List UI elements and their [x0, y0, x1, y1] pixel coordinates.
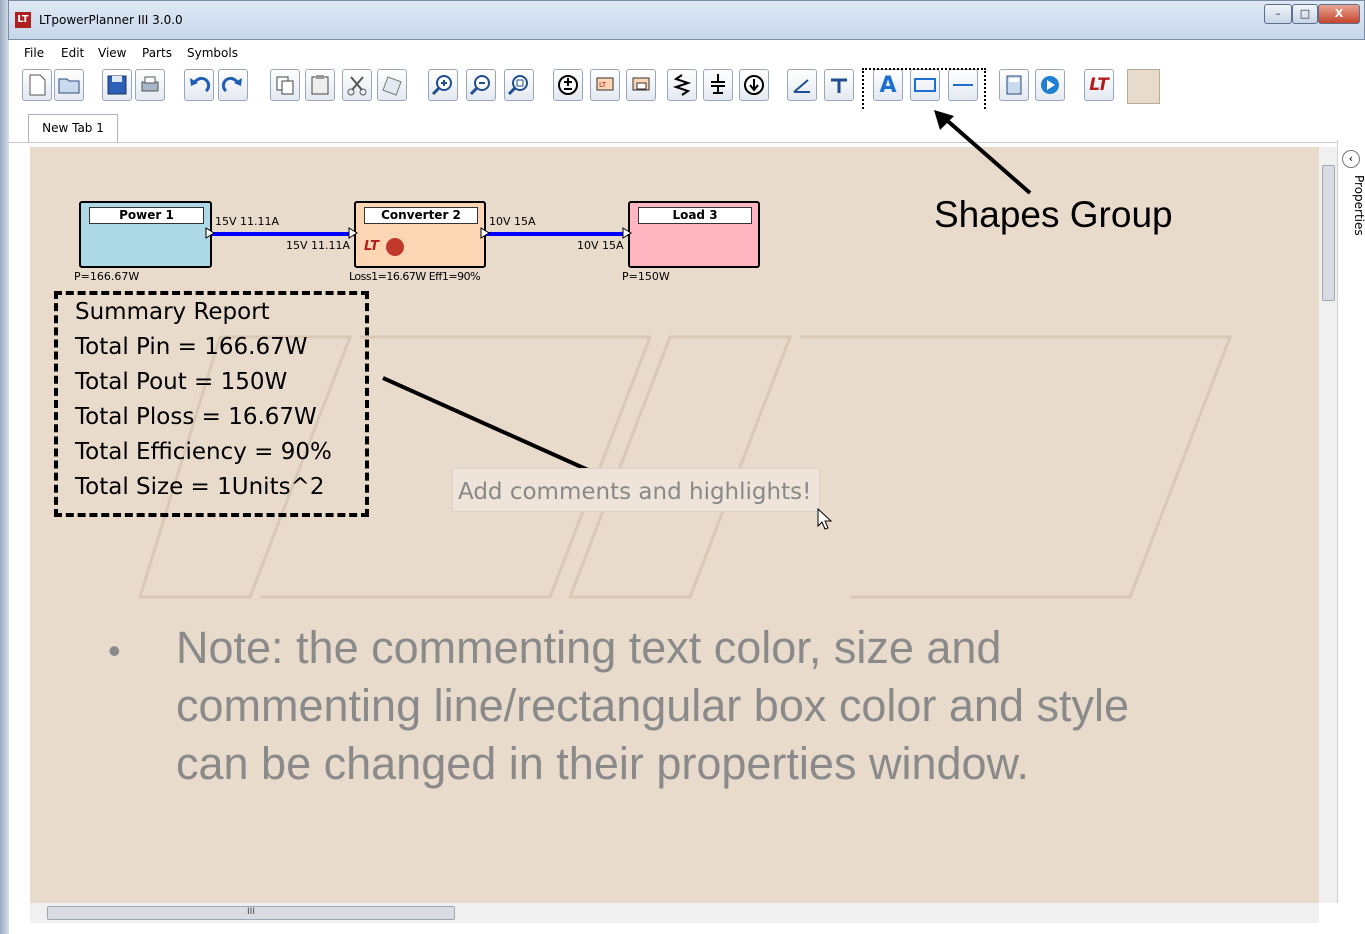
minimize-button[interactable]: –	[1264, 4, 1292, 24]
resistor-icon[interactable]	[667, 69, 697, 101]
copy-icon[interactable]	[270, 69, 300, 101]
converter-block[interactable]: Converter 2 LT	[354, 201, 486, 268]
paste-icon[interactable]	[305, 69, 335, 101]
run-icon[interactable]	[1035, 69, 1065, 101]
redo-icon[interactable]	[218, 69, 248, 101]
menu-edit[interactable]: Edit	[61, 46, 84, 60]
capacitor-ground-icon[interactable]	[703, 69, 733, 101]
shapes-group-highlight	[862, 68, 986, 112]
converter-in-label: 15V 11.11A	[286, 239, 351, 252]
zoom-out-icon[interactable]	[466, 69, 496, 101]
note-line-3: can be changed in their properties windo…	[176, 738, 1030, 789]
summary-total-size: Total Size = 1Units^2	[75, 474, 325, 500]
shapes-group-label: Shapes Group	[934, 194, 1173, 235]
callout-arrow	[934, 110, 1032, 195]
menu-parts[interactable]: Parts	[142, 46, 172, 60]
converter-out-label: 10V 15A	[489, 215, 536, 228]
port-icon	[348, 227, 358, 239]
line-tool-icon[interactable]	[787, 69, 817, 101]
calculator-icon[interactable]	[999, 69, 1029, 101]
current-sink-icon[interactable]	[739, 69, 769, 101]
wire-power-converter[interactable]	[212, 232, 354, 236]
mouse-cursor-icon	[817, 507, 833, 530]
window-title: LTpowerPlanner III 3.0.0	[39, 13, 183, 27]
delete-icon[interactable]	[377, 69, 407, 101]
open-folder-icon[interactable]	[54, 69, 84, 101]
port-icon	[205, 227, 215, 239]
text-tool-icon[interactable]	[824, 69, 854, 101]
chevron-left-icon[interactable]: ‹	[1342, 150, 1360, 168]
lt-logo-icon: LT	[364, 239, 379, 254]
converter-loss-label: Loss1=16.67W Eff1=90%	[349, 270, 481, 283]
power-value-label: P=166.67W	[74, 270, 140, 283]
summary-total-ploss: Total Ploss = 16.67W	[75, 404, 317, 430]
load-block-title: Load 3	[638, 207, 752, 224]
window-left-edge	[0, 0, 9, 934]
comment-text[interactable]: Add comments and highlights!	[458, 479, 811, 505]
tab-new-tab-1[interactable]: New Tab 1	[28, 114, 118, 142]
vertical-scroll-thumb[interactable]	[1322, 165, 1335, 301]
cut-icon[interactable]	[342, 69, 372, 101]
converter-icon[interactable]: LT	[590, 69, 620, 101]
summary-total-pout: Total Pout = 150W	[75, 369, 288, 395]
summary-total-efficiency: Total Efficiency = 90%	[75, 439, 332, 465]
close-button[interactable]: X	[1318, 4, 1360, 24]
load-value-label: P=150W	[622, 270, 670, 283]
port-icon	[622, 227, 632, 239]
svg-text:LT: LT	[599, 81, 607, 89]
power-source-icon[interactable]	[553, 69, 583, 101]
load-icon[interactable]	[626, 69, 656, 101]
save-icon[interactable]	[102, 69, 132, 101]
port-icon	[480, 227, 490, 239]
note-bullet: •	[108, 630, 121, 671]
power-out-label: 15V 11.11A	[215, 215, 280, 228]
zoom-in-icon[interactable]	[428, 69, 458, 101]
tab-strip	[9, 110, 1365, 143]
menu-file[interactable]: File	[24, 46, 44, 60]
properties-panel	[1337, 140, 1365, 903]
waveform-icon	[386, 238, 404, 256]
title-bar: LT LTpowerPlanner III 3.0.0 – □ X	[8, 0, 1365, 40]
app-logo-icon: LT	[15, 12, 31, 28]
maximize-button[interactable]: □	[1292, 4, 1318, 24]
zoom-fit-icon[interactable]	[504, 69, 534, 101]
power-block[interactable]: Power 1	[79, 201, 212, 268]
undo-icon[interactable]	[184, 69, 214, 101]
wire-converter-load[interactable]	[486, 232, 628, 236]
converter-block-title: Converter 2	[364, 207, 478, 224]
print-icon[interactable]	[135, 69, 165, 101]
properties-tab[interactable]: Properties	[1352, 175, 1365, 236]
note-line-1: Note: the commenting text color, size an…	[176, 622, 1002, 673]
new-file-icon[interactable]	[22, 69, 52, 101]
note-line-2: commenting line/rectangular box color an…	[176, 680, 1129, 731]
color-swatch-icon[interactable]	[1127, 69, 1160, 104]
lt-logo-icon[interactable]: LT	[1084, 69, 1114, 101]
summary-title: Summary Report	[75, 299, 270, 325]
load-in-label: 10V 15A	[577, 239, 624, 252]
load-block[interactable]: Load 3	[628, 201, 760, 268]
summary-total-pin: Total Pin = 166.67W	[75, 334, 308, 360]
menu-view[interactable]: View	[98, 46, 126, 60]
menu-symbols[interactable]: Symbols	[187, 46, 238, 60]
power-block-title: Power 1	[89, 207, 204, 224]
comment-line[interactable]	[375, 370, 605, 480]
horizontal-scroll-thumb[interactable]: III	[47, 906, 455, 920]
